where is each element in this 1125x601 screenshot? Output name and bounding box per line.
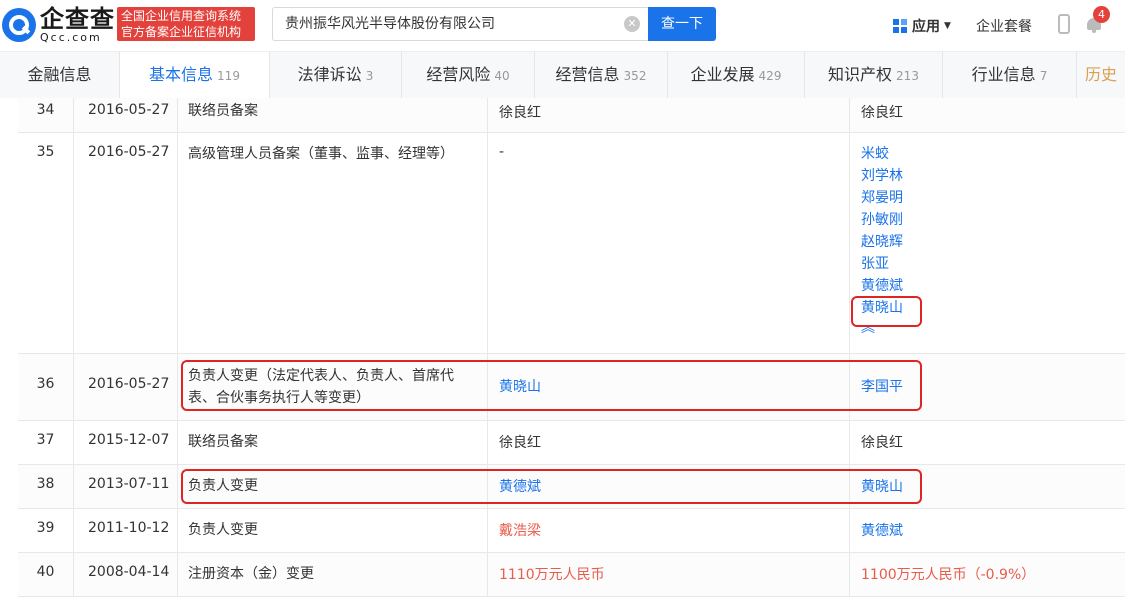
row-after: 徐良红	[861, 105, 903, 121]
row-item: 高级管理人员备案（董事、监事、经理等）	[178, 133, 488, 353]
row-before: 徐良红	[488, 98, 850, 132]
row-index: 39	[18, 509, 74, 552]
row-date: 2011-10-12	[74, 509, 178, 552]
grid-icon	[893, 19, 907, 33]
row-date: 2016-05-27	[74, 133, 178, 353]
row-date: 2013-07-11	[74, 465, 178, 508]
table-row: 34 2016-05-27 联络员备案 徐良红 徐良红	[18, 98, 1125, 133]
tag-line-1: 全国企业信用查询系统	[121, 9, 242, 23]
tag-line-2: 官方备案企业征信机构	[121, 25, 242, 39]
person-link[interactable]: 黄德斌	[861, 275, 1125, 297]
search-button[interactable]: 查一下	[648, 7, 716, 41]
row-date: 2016-05-27	[74, 98, 178, 132]
row-before: -	[488, 133, 850, 353]
row-index: 37	[18, 421, 74, 464]
person-link[interactable]: 黄晓山	[499, 376, 849, 398]
tab-industry[interactable]: 行业信息 7	[943, 52, 1077, 98]
person-link[interactable]: 黄德斌	[499, 476, 849, 498]
logo[interactable]: 企查查 Qcc.com	[2, 6, 115, 44]
person-link[interactable]: 赵晓辉	[861, 231, 1125, 253]
collapse-icon[interactable]: ︽	[861, 321, 1125, 335]
person-link[interactable]: 米蛟	[861, 143, 1125, 165]
caret-down-icon: ▼	[944, 21, 951, 31]
person-link[interactable]: 黄晓山	[861, 476, 1125, 498]
tab-operation[interactable]: 经营信息 352	[535, 52, 668, 98]
tab-development[interactable]: 企业发展 429	[668, 52, 805, 98]
row-item: 负责人变更	[178, 509, 488, 552]
row-item: 联络员备案	[178, 421, 488, 464]
row-item: 负责人变更	[178, 465, 488, 508]
clear-icon[interactable]: ✕	[624, 16, 640, 32]
table-row: 37 2015-12-07 联络员备案 徐良红 徐良红	[18, 421, 1125, 465]
row-index: 40	[18, 553, 74, 596]
row-date: 2015-12-07	[74, 421, 178, 464]
row-item: 注册资本（金）变更	[178, 553, 488, 596]
notification-badge: 4	[1093, 6, 1110, 23]
person-link[interactable]: 张亚	[861, 253, 1125, 275]
row-before: 戴浩梁	[499, 523, 541, 539]
tab-ip[interactable]: 知识产权 213	[805, 52, 943, 98]
table-row: 38 2013-07-11 负责人变更 黄德斌 黄晓山	[18, 465, 1125, 509]
tab-basic-info[interactable]: 基本信息 119	[120, 52, 270, 98]
row-after: 徐良红	[861, 435, 903, 451]
person-link[interactable]: 刘学林	[861, 165, 1125, 187]
row-item: 联络员备案	[178, 98, 488, 132]
row-before: 徐良红	[488, 421, 850, 464]
row-index: 34	[18, 98, 74, 132]
tab-risk[interactable]: 经营风险 40	[402, 52, 535, 98]
table-row: 40 2008-04-14 注册资本（金）变更 1110万元人民币 1100万元…	[18, 553, 1125, 597]
table-row: 36 2016-05-27 负责人变更（法定代表人、负责人、首席代表、合伙事务执…	[18, 354, 1125, 421]
app-menu-label: 应用	[912, 19, 940, 35]
logo-en: Qcc.com	[40, 31, 102, 44]
tab-finance[interactable]: 金融信息	[0, 52, 120, 98]
phone-icon[interactable]	[1058, 14, 1070, 34]
app-menu[interactable]: 应用 ▼	[893, 16, 951, 36]
row-index: 35	[18, 133, 74, 353]
tab-history[interactable]: 历史	[1077, 52, 1125, 98]
row-index: 36	[18, 354, 74, 420]
tab-legal[interactable]: 法律诉讼 3	[270, 52, 402, 98]
row-item: 负责人变更（法定代表人、负责人、首席代表、合伙事务执行人等变更）	[178, 354, 488, 420]
row-after: 1100万元人民币（-0.9%）	[861, 567, 1036, 583]
qcc-logo-icon	[2, 8, 36, 42]
row-before: 1110万元人民币	[499, 567, 605, 583]
row-index: 38	[18, 465, 74, 508]
row-date: 2008-04-14	[74, 553, 178, 596]
table-row: 39 2011-10-12 负责人变更 戴浩梁 黄德斌	[18, 509, 1125, 553]
person-link[interactable]: 黄德斌	[861, 520, 1125, 542]
top-header: 企查查 Qcc.com 全国企业信用查询系统 官方备案企业征信机构 贵州振华风光…	[0, 0, 1125, 52]
logo-cn: 企查查	[40, 5, 115, 33]
person-link[interactable]: 李国平	[861, 376, 1125, 398]
person-link[interactable]: 黄晓山	[861, 297, 1125, 319]
person-link[interactable]: 孙敏刚	[861, 209, 1125, 231]
row-after-list: 米蛟 刘学林 郑晏明 孙敏刚 赵晓辉 张亚 黄德斌 黄晓山 ︽	[850, 133, 1125, 353]
enterprise-package-link[interactable]: 企业套餐	[976, 16, 1032, 36]
row-date: 2016-05-27	[74, 354, 178, 420]
search-input[interactable]: 贵州振华风光半导体股份有限公司	[272, 7, 648, 41]
section-tabs: 金融信息 基本信息 119 法律诉讼 3 经营风险 40 经营信息 352 企业发展 42…	[0, 52, 1125, 98]
person-link[interactable]: 郑晏明	[861, 187, 1125, 209]
table-row: 35 2016-05-27 高级管理人员备案（董事、监事、经理等） - 米蛟 刘…	[18, 133, 1125, 354]
certification-tag: 全国企业信用查询系统 官方备案企业征信机构	[117, 7, 255, 41]
